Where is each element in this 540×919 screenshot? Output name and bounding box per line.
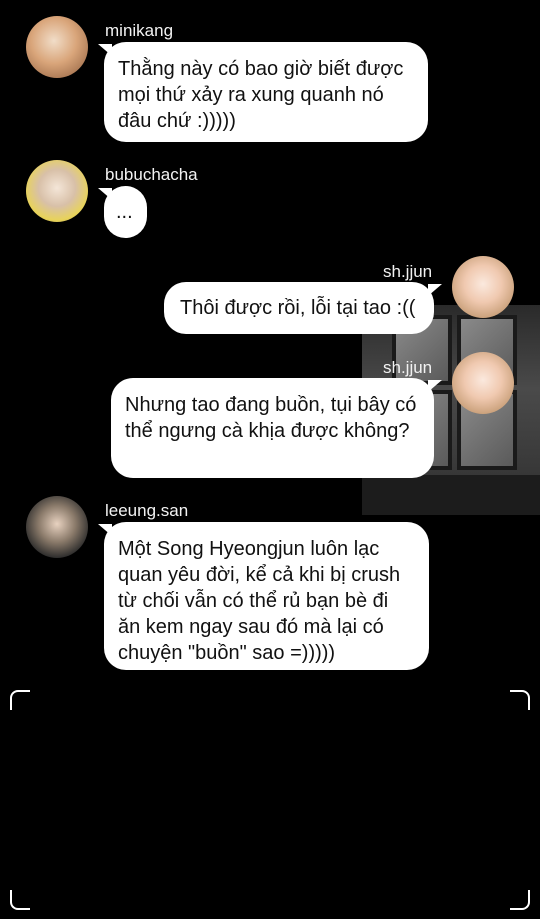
username-label: bubuchacha: [105, 165, 198, 184]
message-bubble: Nhưng tao đang buồn, tụi bây có thể ngưn…: [111, 378, 434, 478]
username-label: minikang: [105, 21, 174, 40]
message-bubble: ...: [104, 186, 147, 238]
avatar-bubuchacha[interactable]: [26, 160, 88, 222]
message-text: Nhưng tao đang buồn, tụi bây có thể ngưn…: [125, 394, 417, 442]
avatar-minikang[interactable]: [26, 16, 88, 78]
message-text: Thôi được rồi, lỗi tại tao :((: [180, 297, 416, 319]
username-label: sh.jjun: [383, 358, 433, 377]
message-bubble: Thôi được rồi, lỗi tại tao :((: [164, 282, 434, 334]
avatar-sh-jjun[interactable]: [452, 256, 514, 318]
frame-corner-top-left: [10, 690, 30, 710]
frame-corner-bottom-left: [10, 890, 30, 910]
username-label: leeung.san: [105, 501, 189, 520]
frame-corner-bottom-right: [510, 890, 530, 910]
message-text: Một Song Hyeongjun luôn lạc quan yêu đời…: [118, 538, 401, 664]
message-text: Thằng này có bao giờ biết được mọi thứ x…: [118, 58, 404, 132]
message-bubble: Một Song Hyeongjun luôn lạc quan yêu đời…: [104, 522, 429, 670]
message-text: ...: [116, 201, 133, 223]
username-label: sh.jjun: [383, 262, 433, 281]
frame-corner-top-right: [510, 690, 530, 710]
avatar-leeung-san[interactable]: [26, 496, 88, 558]
avatar-sh-jjun[interactable]: [452, 352, 514, 414]
message-bubble: Thằng này có bao giờ biết được mọi thứ x…: [104, 42, 428, 142]
